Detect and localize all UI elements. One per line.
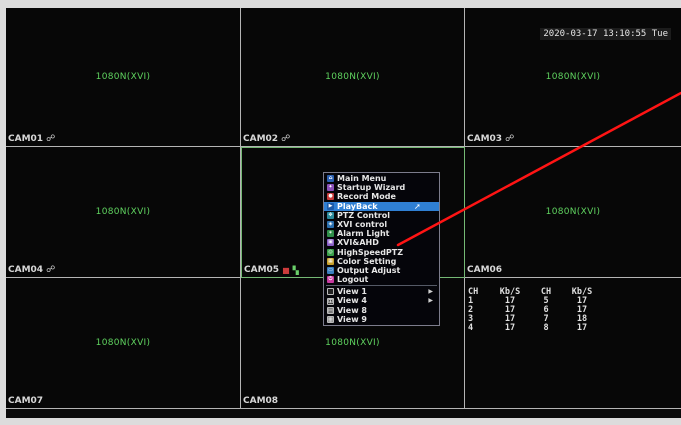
laser-pointer-line (396, 91, 681, 247)
